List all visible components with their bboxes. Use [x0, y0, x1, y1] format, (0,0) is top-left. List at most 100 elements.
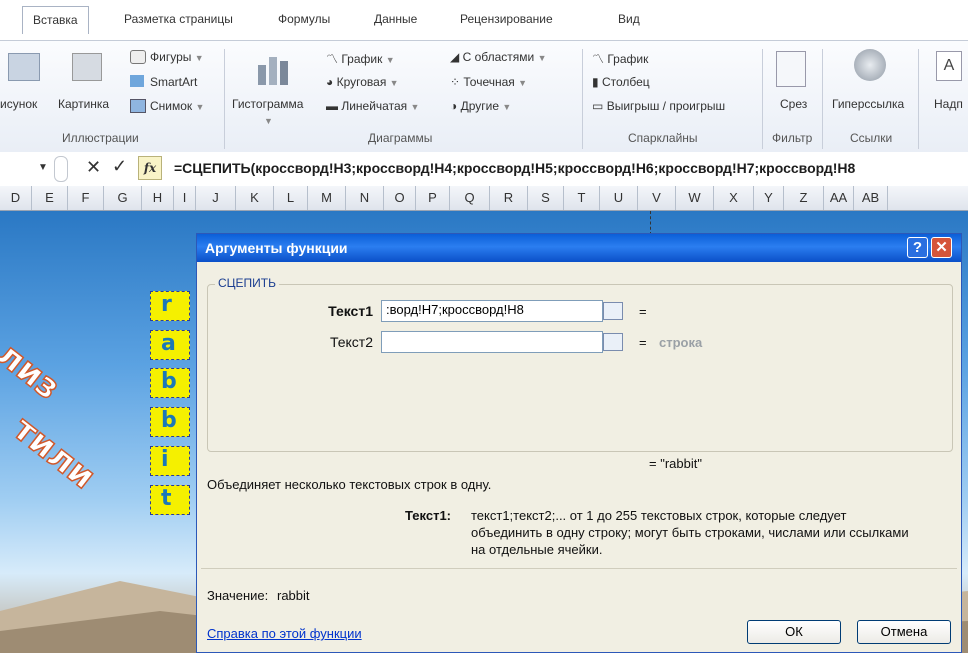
screenshot-button[interactable]: Снимок ▼	[150, 99, 204, 113]
area-chart-button[interactable]: ◢ С областями ▼	[450, 50, 546, 64]
column-header[interactable]: G	[104, 186, 142, 210]
clipart-icon	[72, 53, 102, 81]
arg2-input[interactable]	[381, 331, 603, 353]
help-link[interactable]: Справка по этой функции	[207, 626, 362, 641]
scatter-chart-button[interactable]: ⁘ Точечная ▼	[450, 75, 527, 89]
pie-chart-button[interactable]: ◕ Круговая ▼	[326, 75, 399, 89]
ribbon: исунок Картинка Фигуры ▼ SmartArt Снимок…	[0, 40, 968, 154]
collapse-dialog-icon[interactable]	[603, 333, 623, 351]
collapse-dialog-icon[interactable]	[603, 302, 623, 320]
column-header[interactable]: V	[638, 186, 676, 210]
column-header[interactable]: N	[346, 186, 384, 210]
textbox-button[interactable]: Надп	[934, 97, 963, 111]
column-header[interactable]: O	[384, 186, 416, 210]
tab-view[interactable]: Вид	[618, 12, 640, 26]
hyperlink-button[interactable]: Гиперссылка	[832, 97, 904, 111]
column-header[interactable]: S	[528, 186, 564, 210]
wordart-text-1: лиз	[0, 333, 68, 408]
column-header[interactable]: T	[564, 186, 600, 210]
crossword-cell[interactable]: a	[150, 330, 190, 360]
picture-icon	[8, 53, 40, 81]
tab-page-layout[interactable]: Разметка страницы	[124, 12, 233, 26]
area-chart-icon: ◢	[450, 50, 460, 64]
arg1-equals: =	[639, 304, 647, 319]
formula-bar-grip[interactable]	[54, 156, 68, 182]
crossword-cell[interactable]: b	[150, 368, 190, 398]
sparkline-winloss-button[interactable]: ▭ Выигрыш / проигрыш	[592, 99, 725, 113]
column-header[interactable]: R	[490, 186, 528, 210]
tab-formulas[interactable]: Формулы	[278, 12, 330, 26]
separator	[224, 49, 225, 149]
cancel-button[interactable]: Отмена	[857, 620, 951, 644]
column-header[interactable]: Q	[450, 186, 490, 210]
histogram-button[interactable]: Гистограмма	[232, 97, 303, 111]
column-header[interactable]: AB	[854, 186, 888, 210]
shapes-button[interactable]: Фигуры ▼	[150, 50, 204, 64]
column-header[interactable]: Y	[754, 186, 784, 210]
smartart-button[interactable]: SmartArt	[150, 75, 197, 89]
clipart-button[interactable]: Картинка	[58, 97, 109, 111]
name-box-dropdown-icon[interactable]: ▼	[38, 162, 48, 173]
column-header[interactable]: L	[274, 186, 308, 210]
picture-button[interactable]: исунок	[0, 97, 37, 111]
arg2-type-hint: строка	[659, 335, 703, 350]
ok-button[interactable]: ОК	[747, 620, 841, 644]
histogram-dropdown[interactable]: ▼	[264, 113, 273, 127]
sparkline-line-icon: 〽	[592, 52, 605, 66]
arg1-input[interactable]: :ворд!H7;кроссворд!H8	[381, 300, 603, 322]
screenshot-icon	[130, 99, 146, 113]
column-header[interactable]: U	[600, 186, 638, 210]
column-header[interactable]: E	[32, 186, 68, 210]
arg-help-text: на отдельные ячейки.	[471, 542, 603, 557]
cancel-icon[interactable]: ✕	[86, 157, 101, 178]
group-links: Ссылки	[850, 131, 893, 145]
group-illustrations: Иллюстрации	[62, 131, 139, 145]
globe-icon	[854, 49, 886, 81]
formula-result: = "rabbit"	[649, 456, 702, 471]
arg-help-label: Текст1:	[405, 508, 452, 523]
crossword-cell[interactable]: t	[150, 485, 190, 515]
smartart-icon	[130, 75, 144, 87]
slicer-button[interactable]: Срез	[780, 97, 807, 111]
confirm-icon[interactable]: ✓	[112, 156, 127, 177]
tab-review[interactable]: Рецензирование	[460, 12, 553, 26]
tab-insert[interactable]: Вставка	[22, 6, 89, 34]
column-header[interactable]: X	[714, 186, 754, 210]
arg1-label: Текст1	[328, 303, 373, 319]
close-button[interactable]: ✕	[931, 237, 952, 258]
arg-help-text: текст1;текст2;... от 1 до 255 текстовых …	[471, 508, 847, 523]
crossword-cell[interactable]: r	[150, 291, 190, 321]
column-header[interactable]: H	[142, 186, 174, 210]
function-arguments-dialog: Аргументы функции ? ✕ СЦЕПИТЬ Текст1 :во…	[196, 233, 962, 653]
crossword-cell[interactable]: i	[150, 446, 190, 476]
column-header[interactable]: Z	[784, 186, 824, 210]
sparkline-column-button[interactable]: ▮ Столбец	[592, 75, 650, 89]
bar-chart-button[interactable]: ▬ Линейчатая ▼	[326, 99, 419, 113]
sparkline-line-button[interactable]: 〽 График	[592, 50, 648, 67]
formula-text[interactable]: =СЦЕПИТЬ(кроссворд!H3;кроссворд!H4;кросс…	[174, 160, 855, 176]
dialog-titlebar[interactable]: Аргументы функции ? ✕	[197, 234, 961, 262]
column-header[interactable]: K	[236, 186, 274, 210]
wordart-text-2: тили	[5, 408, 104, 498]
column-header[interactable]: M	[308, 186, 346, 210]
function-name-label: СЦЕПИТЬ	[215, 276, 280, 290]
tab-data[interactable]: Данные	[374, 12, 417, 26]
column-header[interactable]: J	[196, 186, 236, 210]
column-header[interactable]: P	[416, 186, 450, 210]
divider	[201, 568, 957, 569]
column-header[interactable]: I	[174, 186, 196, 210]
separator	[762, 49, 763, 149]
column-header[interactable]: D	[0, 186, 32, 210]
insert-function-icon[interactable]: fx	[138, 156, 162, 180]
histogram-icon	[256, 51, 290, 85]
column-header[interactable]: AA	[824, 186, 854, 210]
column-headers: D E F G H I J K L M N O P Q R S T U V W X Y Z AA AB	[0, 186, 968, 211]
crossword-cell[interactable]: b	[150, 407, 190, 437]
help-title-button[interactable]: ?	[907, 237, 928, 258]
ribbon-tabs: Вставка Разметка страницы Формулы Данные…	[0, 0, 968, 40]
other-charts-button[interactable]: ◑ Другие ▼	[450, 99, 511, 113]
value-text: rabbit	[277, 588, 310, 603]
line-chart-button[interactable]: 〽 График ▼	[326, 50, 395, 67]
column-header[interactable]: W	[676, 186, 714, 210]
column-header[interactable]: F	[68, 186, 104, 210]
